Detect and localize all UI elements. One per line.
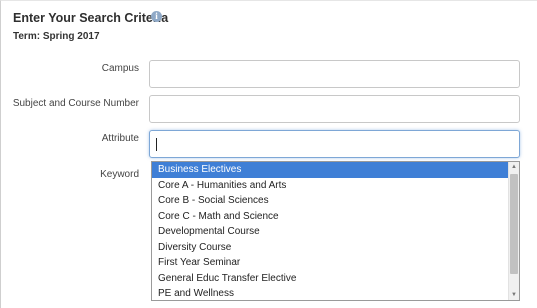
dropdown-option-business-electives[interactable]: Business Electives	[152, 162, 509, 178]
dropdown-option-pe-wellness[interactable]: PE and Wellness	[152, 286, 509, 300]
term-label: Term: Spring 2017	[13, 31, 100, 42]
subject-course-field[interactable]	[149, 95, 520, 123]
scroll-thumb[interactable]	[510, 174, 518, 274]
campus-label: Campus	[101, 63, 139, 74]
search-criteria-panel: Enter Your Search Criteria i Term: Sprin…	[0, 0, 537, 308]
keyword-label: Keyword	[100, 169, 139, 180]
scroll-down-icon[interactable]: ▼	[509, 290, 519, 300]
dropdown-option-core-c[interactable]: Core C - Math and Science	[152, 209, 509, 225]
attribute-field[interactable]	[149, 130, 520, 158]
dropdown-scrollbar[interactable]: ▲ ▼	[508, 162, 519, 300]
text-caret	[156, 138, 157, 151]
dropdown-option-diversity[interactable]: Diversity Course	[152, 240, 509, 256]
scroll-up-icon[interactable]: ▲	[509, 162, 519, 172]
attribute-label: Attribute	[101, 133, 139, 144]
campus-field[interactable]	[149, 60, 520, 88]
attribute-options-list: Business Electives Core A - Humanities a…	[152, 162, 509, 300]
attribute-dropdown[interactable]: Business Electives Core A - Humanities a…	[151, 161, 520, 301]
page-title: Enter Your Search Criteria	[13, 11, 169, 25]
info-icon[interactable]: i	[151, 11, 162, 22]
dropdown-option-gen-ed-transfer[interactable]: General Educ Transfer Elective	[152, 271, 509, 287]
dropdown-option-core-a[interactable]: Core A - Humanities and Arts	[152, 178, 509, 194]
dropdown-option-developmental[interactable]: Developmental Course	[152, 224, 509, 240]
subject-label: Subject and Course Number	[12, 98, 139, 109]
dropdown-option-core-b[interactable]: Core B - Social Sciences	[152, 193, 509, 209]
dropdown-option-first-year-seminar[interactable]: First Year Seminar	[152, 255, 509, 271]
